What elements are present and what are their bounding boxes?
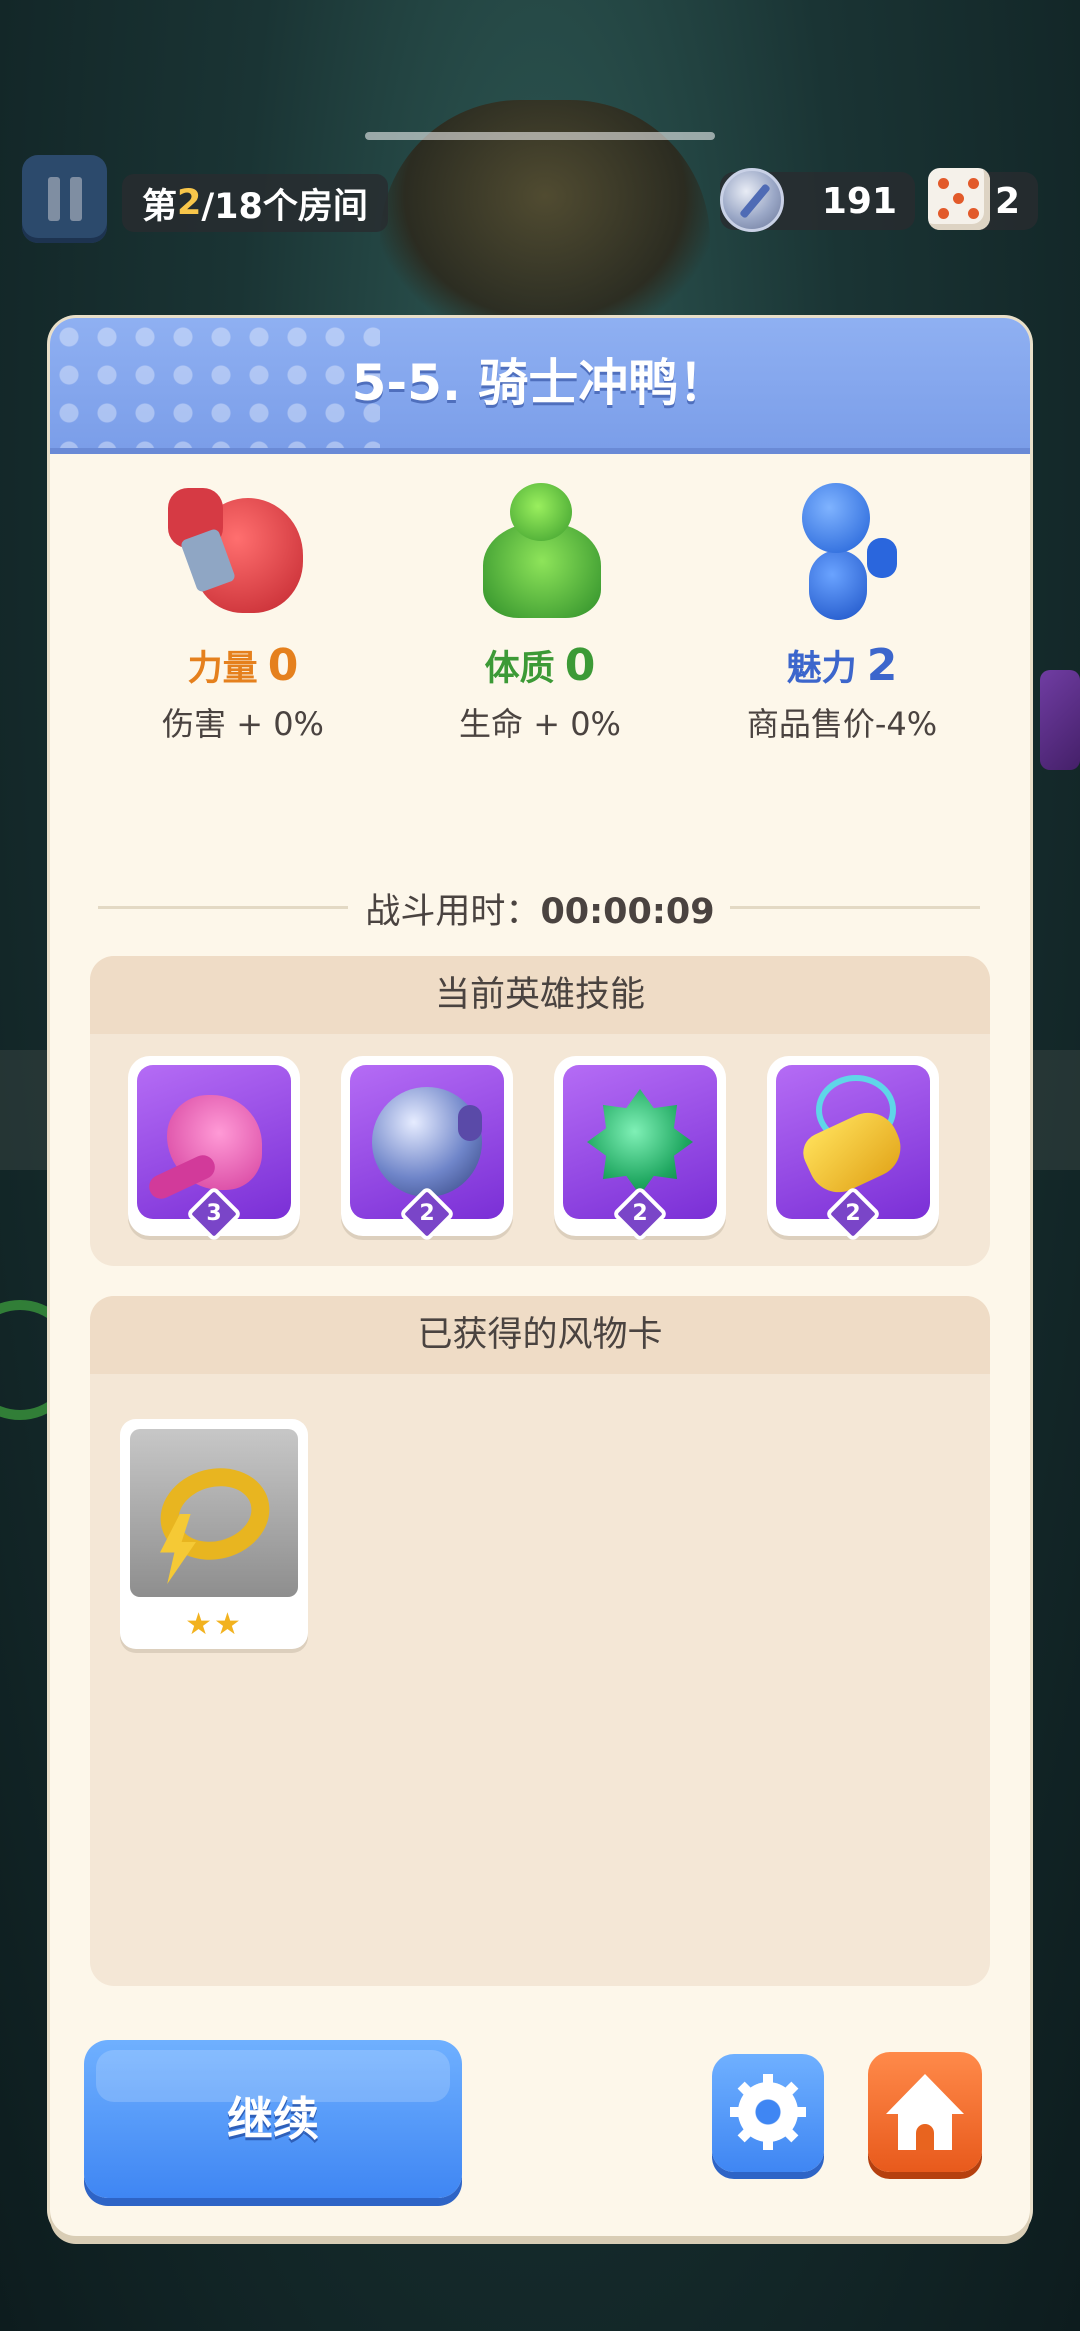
result-panel: 5-5. 骑士冲鸭！ 力量 0 伤害 + 0% 体质 0 生命 + 0% 魅力 2 商… bbox=[50, 318, 1030, 2236]
settings-button[interactable] bbox=[712, 2054, 824, 2172]
pause-icon-bar bbox=[47, 177, 60, 221]
background-chain bbox=[1040, 670, 1080, 770]
strength-figure-icon bbox=[168, 478, 318, 628]
panel-header: 5-5. 骑士冲鸭！ bbox=[50, 318, 1030, 454]
attribute-charm-name: 魅力 2 bbox=[692, 640, 992, 691]
pause-button[interactable] bbox=[22, 155, 107, 243]
attr-label: 力量 bbox=[187, 649, 258, 689]
sword-currency-value: 191 bbox=[821, 180, 897, 222]
skill-slot[interactable]: 2 bbox=[554, 1056, 726, 1243]
home-icon-door bbox=[916, 2124, 934, 2150]
status-notch bbox=[365, 132, 715, 140]
hero-skills-section: 当前英雄技能 3 2 2 2 bbox=[90, 956, 990, 1266]
attribute-vitality-name: 体质 0 bbox=[390, 640, 690, 691]
attr-value: 2 bbox=[866, 640, 898, 691]
dice-currency: 2 bbox=[928, 168, 1038, 230]
relic-cards-section: 已获得的风物卡 ★★ bbox=[90, 1296, 990, 1986]
battle-time: 战斗用时：00:00:09 bbox=[50, 883, 1030, 934]
skill-slot[interactable]: 2 bbox=[341, 1056, 513, 1243]
attribute-strength: 力量 0 伤害 + 0% bbox=[93, 478, 393, 745]
attribute-charm: 魅力 2 商品售价-4% bbox=[692, 478, 992, 745]
attribute-vitality: 体质 0 生命 + 0% bbox=[390, 478, 690, 745]
panel-title: 5-5. 骑士冲鸭！ bbox=[351, 354, 729, 412]
relic-stars: ★★ bbox=[185, 1607, 243, 1642]
charm-figure-icon bbox=[767, 478, 917, 628]
skill-slot[interactable]: 3 bbox=[128, 1056, 300, 1243]
relic-cards-title: 已获得的风物卡 bbox=[90, 1296, 990, 1374]
pause-icon-bar bbox=[69, 177, 82, 221]
home-icon bbox=[886, 2074, 964, 2114]
green-gem-icon bbox=[587, 1089, 693, 1195]
vitality-figure-icon bbox=[465, 478, 615, 628]
attribute-strength-desc: 伤害 + 0% bbox=[162, 705, 324, 743]
skill-slot[interactable]: 2 bbox=[767, 1056, 939, 1243]
attribute-vitality-desc: 生命 + 0% bbox=[459, 705, 621, 743]
attr-value: 0 bbox=[267, 640, 299, 691]
gear-icon-center bbox=[738, 2082, 798, 2142]
attribute-charm-desc: 商品售价-4% bbox=[746, 705, 938, 743]
room-prefix: 第 bbox=[142, 186, 178, 227]
attr-value: 0 bbox=[564, 640, 596, 691]
hero-skills-title: 当前英雄技能 bbox=[90, 956, 990, 1034]
sword-coin-icon bbox=[720, 168, 784, 232]
room-current: 2 bbox=[177, 183, 202, 223]
attr-label: 体质 bbox=[484, 649, 555, 689]
sword-currency: 191 bbox=[720, 168, 915, 232]
battle-time-value: 00:00:09 bbox=[540, 892, 715, 932]
relic-card[interactable]: ★★ bbox=[120, 1419, 308, 1649]
pink-dragon-icon bbox=[167, 1095, 262, 1190]
dice-icon bbox=[928, 168, 990, 230]
home-button[interactable] bbox=[868, 2052, 982, 2172]
attribute-strength-name: 力量 0 bbox=[93, 640, 393, 691]
battle-time-label: 战斗用时： bbox=[365, 892, 541, 932]
golden-ring-icon bbox=[150, 1456, 280, 1572]
dice-currency-value: 2 bbox=[994, 180, 1020, 222]
blue-orb-icon bbox=[372, 1087, 482, 1197]
attr-label: 魅力 bbox=[786, 649, 857, 689]
continue-label: 继续 bbox=[227, 2092, 319, 2146]
room-suffix: /18个房间 bbox=[201, 186, 368, 227]
continue-button[interactable]: 继续 bbox=[84, 2040, 462, 2198]
room-counter: 第 2/18个房间 bbox=[122, 174, 388, 232]
